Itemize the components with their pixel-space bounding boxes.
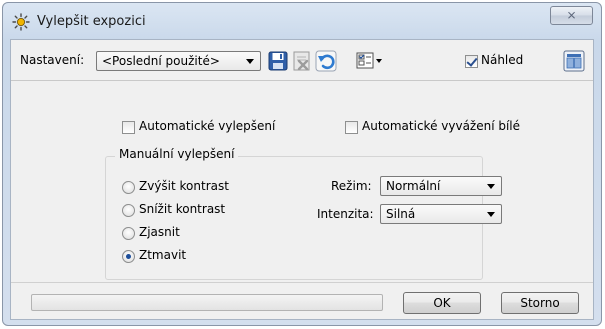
settings-preset-select[interactable]: <Poslední použité> — [96, 51, 261, 71]
increase-contrast-label: Zvýšit kontrast — [139, 179, 229, 193]
auto-white-balance-label: Automatické vyvážení bílé — [362, 119, 521, 133]
auto-enhance-label: Automatické vylepšení — [139, 119, 276, 133]
sun-icon — [12, 13, 30, 31]
chevron-down-icon — [487, 212, 495, 217]
options-menu-button[interactable] — [354, 50, 387, 72]
progress-bar — [31, 294, 383, 311]
radio-brighten[interactable] — [122, 227, 135, 240]
undo-icon[interactable] — [315, 50, 337, 72]
darken-label: Ztmavit — [139, 248, 187, 262]
title-bar[interactable]: Vylepšit expozici ⨯ — [3, 3, 601, 39]
dialog-body: Nastavení: <Poslední použité> Náhled Aut… — [10, 39, 594, 320]
manual-enhance-title: Manuální vylepšení — [115, 147, 239, 161]
checklist-menu-icon — [356, 52, 382, 69]
chevron-down-icon — [246, 59, 254, 64]
mode-label: Režim: — [331, 179, 372, 193]
close-icon: ⨯ — [566, 8, 577, 22]
chevron-down-icon — [487, 184, 495, 189]
mode-value: Normální — [386, 179, 441, 193]
window-title: Vylepšit expozici — [37, 14, 146, 29]
intensity-label: Intenzita: — [317, 207, 374, 221]
intensity-select[interactable]: Silná — [380, 204, 502, 224]
radio-increase-contrast[interactable] — [122, 181, 135, 194]
settings-label: Nastavení: — [20, 53, 85, 67]
enhance-exposure-dialog: Vylepšit expozici ⨯ Nastavení: <Poslední… — [2, 2, 602, 326]
brighten-label: Zjasnit — [139, 225, 180, 239]
floppy-disk-icon[interactable] — [267, 50, 289, 72]
mode-select[interactable]: Normální — [380, 176, 502, 196]
radio-decrease-contrast[interactable] — [122, 204, 135, 217]
intensity-value: Silná — [386, 207, 416, 221]
footer-divider — [11, 282, 593, 283]
split-view-icon[interactable] — [563, 50, 585, 72]
preview-checkbox[interactable] — [465, 55, 478, 68]
decrease-contrast-label: Snížit kontrast — [139, 202, 226, 216]
preview-label: Náhled — [481, 53, 524, 67]
settings-toolbar: Nastavení: <Poslední použité> Náhled — [11, 40, 593, 81]
delete-preset-icon[interactable] — [291, 50, 313, 72]
ok-button[interactable]: OK — [403, 292, 481, 314]
auto-white-balance-checkbox[interactable] — [345, 121, 358, 134]
settings-preset-value: <Poslední použité> — [102, 54, 220, 68]
radio-darken[interactable] — [122, 250, 135, 263]
cancel-button[interactable]: Storno — [501, 292, 579, 314]
auto-enhance-checkbox[interactable] — [122, 121, 135, 134]
close-button[interactable]: ⨯ — [550, 6, 593, 25]
